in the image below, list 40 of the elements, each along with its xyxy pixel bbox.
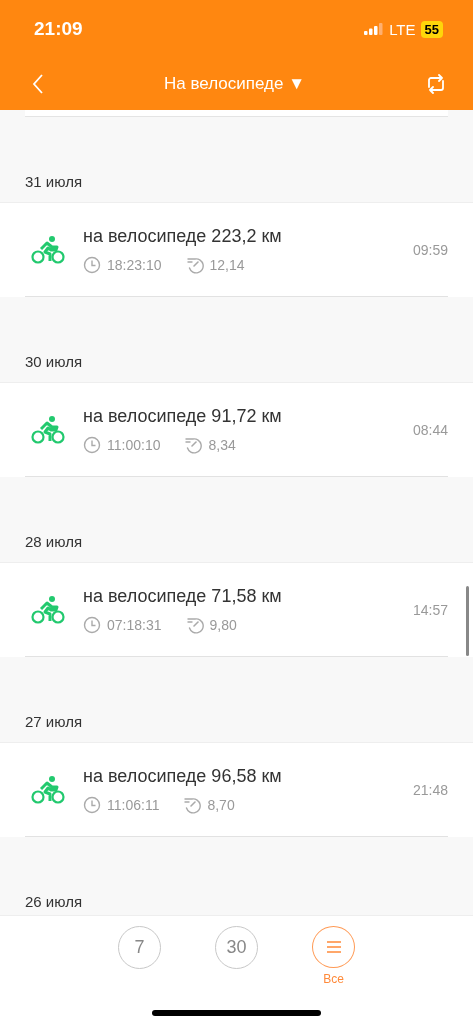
pace-text: 9,80	[209, 617, 237, 633]
cyclist-icon	[31, 415, 65, 445]
network-label: LTE	[389, 20, 416, 38]
signal-icon	[364, 23, 385, 35]
speedometer-icon	[185, 616, 204, 634]
list-icon	[325, 940, 342, 954]
start-time: 08:44	[412, 422, 448, 438]
start-time: 09:59	[412, 242, 448, 258]
duration-text: 11:00:10	[107, 437, 161, 453]
cyclist-icon	[31, 235, 65, 265]
cyclist-icon	[31, 595, 65, 625]
duration-text: 07:18:31	[107, 617, 162, 633]
battery-indicator: 55	[420, 20, 443, 38]
pace-text: 8,34	[208, 437, 236, 453]
status-time: 21:09	[34, 18, 83, 40]
clock-icon	[83, 256, 101, 274]
activity-title: на велосипеде 71,58 км	[83, 586, 283, 607]
clock-icon	[83, 436, 101, 454]
switch-icon[interactable]	[425, 74, 447, 94]
speedometer-icon	[183, 796, 202, 814]
activity-row[interactable]: на велосипеде 223,2 км 18:23:10 12,14 09:59	[0, 202, 473, 297]
activity-row[interactable]: на велосипеде 71,58 км 07:18:31 9,80 14:57	[0, 562, 473, 657]
cyclist-icon	[31, 775, 65, 805]
scrollbar	[466, 586, 469, 656]
activity-row[interactable]: на велосипеде 91,72 км 11:00:10 8,34 08:44	[0, 382, 473, 477]
start-time: 14:57	[412, 602, 448, 618]
speedometer-icon	[184, 436, 203, 454]
pace-text: 12,14	[209, 257, 245, 273]
speedometer-icon	[185, 256, 204, 274]
activity-title: на велосипеде 223,2 км	[83, 226, 283, 247]
activity-row[interactable]: на велосипеде 96,58 км 11:06:11 8,70 21:48	[0, 742, 473, 837]
clock-icon	[83, 616, 101, 634]
back-icon[interactable]	[32, 74, 44, 94]
duration-text: 11:06:11	[107, 797, 160, 813]
clock-icon	[83, 796, 101, 814]
activity-title: на велосипеде 96,58 км	[83, 766, 283, 787]
start-time: 21:48	[412, 782, 448, 798]
duration-text: 18:23:10	[107, 257, 162, 273]
pace-text: 8,70	[207, 797, 235, 813]
activity-title: на велосипеде 91,72 км	[83, 406, 283, 427]
